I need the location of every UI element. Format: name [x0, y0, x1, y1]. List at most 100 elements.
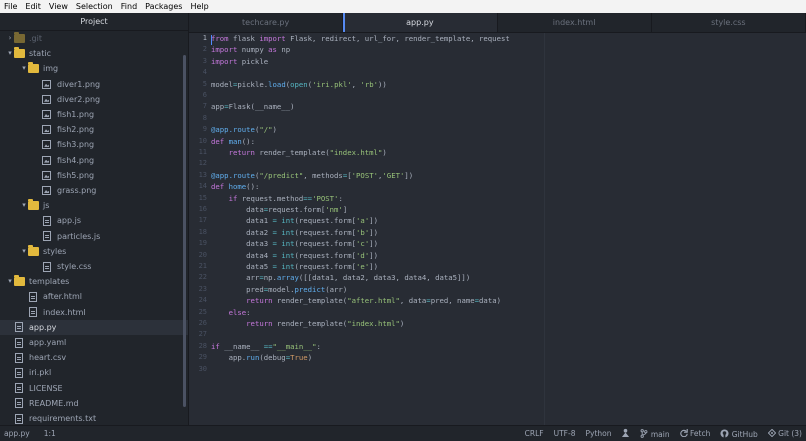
code-line[interactable]: arr=np.array([[data1, data2, data3, data… — [211, 272, 470, 283]
image-file-icon — [42, 140, 51, 150]
code-line[interactable]: model=pickle.load(open('iri.pkl', 'rb')) — [211, 79, 387, 90]
code-line[interactable]: pred=model.predict(arr) — [211, 284, 347, 295]
chevron-down-icon[interactable]: ▾ — [6, 274, 14, 289]
code-token: : — [246, 307, 251, 317]
status-fetch[interactable]: Fetch — [679, 429, 710, 438]
code-editor[interactable]: 1 2 3 4 5 6 7 8 9 10 11 12 13 14 15 16 17 18 19 20 21 22 23 24 2… — [189, 33, 806, 425]
menu-view[interactable]: View — [45, 0, 72, 13]
tree-item-js[interactable]: ▾ js — [0, 198, 188, 213]
tree-item-app-py[interactable]: app.py — [0, 319, 188, 335]
code-token: data5 — [211, 262, 273, 271]
code-line[interactable]: data4 = int(request.form['d']) — [211, 250, 378, 261]
tree-item-diver2-png[interactable]: diver2.png — [0, 92, 188, 107]
tab-style-css[interactable]: style.css — [652, 13, 806, 32]
status-file-name[interactable]: app.py — [4, 429, 30, 438]
tree-item-fish3-png[interactable]: fish3.png — [0, 137, 188, 152]
tree-item-diver1-png[interactable]: diver1.png — [0, 77, 188, 92]
code-line[interactable]: import numpy as np — [211, 44, 290, 55]
tab-index-html[interactable]: index.html — [498, 13, 652, 32]
code-line[interactable]: else: — [211, 307, 251, 318]
folder-icon — [14, 275, 25, 287]
tree-item-label: app.js — [57, 216, 81, 226]
chevron-down-icon[interactable]: ▾ — [6, 46, 14, 61]
tree-item-templates[interactable]: ▾ templates — [0, 274, 188, 289]
tree-item-app-yaml[interactable]: app.yaml — [0, 335, 188, 350]
tab-techcare-py[interactable]: techcare.py — [189, 13, 344, 32]
status-github[interactable]: GitHub — [720, 428, 758, 439]
tree-item-static[interactable]: ▾ static — [0, 46, 188, 61]
code-line[interactable]: def man(): — [211, 136, 255, 147]
code-line[interactable]: data2 = int(request.form['b']) — [211, 227, 378, 238]
code-token: ) — [399, 319, 405, 328]
code-line[interactable]: data5 = int(request.form['e']) — [211, 261, 378, 272]
code-line[interactable]: return render_template("index.html") — [211, 147, 387, 158]
code-token: model — [211, 79, 233, 89]
code-token: app — [211, 102, 225, 112]
tree-item-img[interactable]: ▾ img — [0, 61, 188, 76]
menu-help[interactable]: Help — [186, 0, 212, 13]
tree-view-title[interactable]: Project — [0, 13, 188, 31]
tree-item-label: app.yaml — [29, 338, 67, 347]
status-git[interactable]: Git (3) — [767, 428, 802, 438]
code-line[interactable]: if request.method=='POST': — [211, 193, 343, 204]
code-line[interactable]: @app.route("/") — [211, 124, 277, 135]
image-file-icon — [42, 110, 51, 119]
code-line[interactable]: def home(): — [211, 181, 259, 192]
tree-item--git[interactable]: › .git — [0, 31, 188, 46]
status-grammar[interactable]: Python — [585, 429, 611, 438]
tree-item-style-css[interactable]: style.css — [0, 259, 188, 274]
menu-packages[interactable]: Packages — [141, 0, 186, 13]
tree-item-app-js[interactable]: app.js — [0, 213, 188, 228]
code-token: "/predict" — [259, 170, 304, 180]
code-token: ]) — [404, 170, 414, 180]
code-line[interactable]: from flask import Flask, redirect, url_f… — [211, 33, 510, 44]
menu-edit[interactable]: Edit — [21, 0, 45, 13]
menu-file[interactable]: File — [0, 0, 21, 13]
tree-item-fish1-png[interactable]: fish1.png — [0, 107, 188, 122]
status-branch[interactable]: main — [640, 428, 670, 439]
line-number: 30 — [198, 364, 207, 373]
line-number-gutter: 1 2 3 4 5 6 7 8 9 10 11 12 13 14 15 16 17 18 19 20 21 22 23 24 2… — [189, 33, 207, 425]
code-line[interactable]: import pickle — [211, 56, 268, 67]
tree-item-fish5-png[interactable]: fish5.png — [0, 168, 188, 183]
status-git-user-icon[interactable] — [621, 428, 630, 439]
code-line[interactable]: return render_template("after.html", dat… — [211, 295, 501, 306]
code-line[interactable]: data3 = int(request.form['c']) — [211, 238, 378, 249]
tree-item-fish2-png[interactable]: fish2.png — [0, 122, 188, 137]
tree-item-iri-pkl[interactable]: iri.pkl — [0, 365, 188, 380]
tree-item-grass-png[interactable]: grass.png — [0, 183, 188, 198]
chevron-down-icon[interactable]: ▾ — [20, 244, 28, 259]
tree-item-particles-js[interactable]: particles.js — [0, 229, 188, 244]
tree-item-after-html[interactable]: after.html — [0, 289, 188, 304]
chevron-down-icon[interactable]: ▾ — [20, 61, 28, 76]
chevron-down-icon[interactable]: ▾ — [20, 198, 28, 213]
tab-app-py[interactable]: app.py — [343, 13, 498, 32]
code-line[interactable]: @app.route("/predict", methods=['POST','… — [211, 170, 413, 181]
code-token: import — [211, 56, 238, 66]
chevron-right-icon[interactable]: › — [6, 31, 14, 46]
tree-item-styles[interactable]: ▾ styles — [0, 244, 188, 259]
tree-scrollbar[interactable] — [183, 55, 186, 407]
menu-selection[interactable]: Selection — [72, 0, 117, 13]
tree-item-heart-csv[interactable]: heart.csv — [0, 350, 188, 365]
status-line-ending[interactable]: CRLF — [525, 429, 544, 438]
code-line[interactable]: app=Flask(__name__) — [211, 101, 295, 112]
code-line[interactable]: return render_template("index.html") — [211, 318, 404, 329]
code-line[interactable]: data1 = int(request.form['a']) — [211, 215, 378, 226]
code-line[interactable]: if __name__ =="__main__": — [211, 341, 321, 352]
code-line[interactable]: data=request.form['nm'] — [211, 204, 347, 215]
tree-item-fish4-png[interactable]: fish4.png — [0, 153, 188, 168]
tree-item-requirements-txt[interactable]: requirements.txt — [0, 411, 188, 425]
code-line[interactable]: app.run(debug=True) — [211, 352, 313, 363]
code-token: data) — [479, 296, 501, 306]
tree-item-readme-md[interactable]: README.md — [0, 396, 188, 411]
tree-item-label: fish1.png — [57, 110, 95, 119]
tree-item-license[interactable]: LICENSE — [0, 381, 188, 396]
code-token: array — [276, 273, 299, 283]
folder-icon — [14, 47, 25, 59]
status-cursor-position[interactable]: 1:1 — [44, 429, 56, 438]
menu-find[interactable]: Find — [117, 0, 141, 13]
tree-item-index-html[interactable]: index.html — [0, 305, 188, 320]
status-encoding[interactable]: UTF-8 — [554, 429, 576, 438]
